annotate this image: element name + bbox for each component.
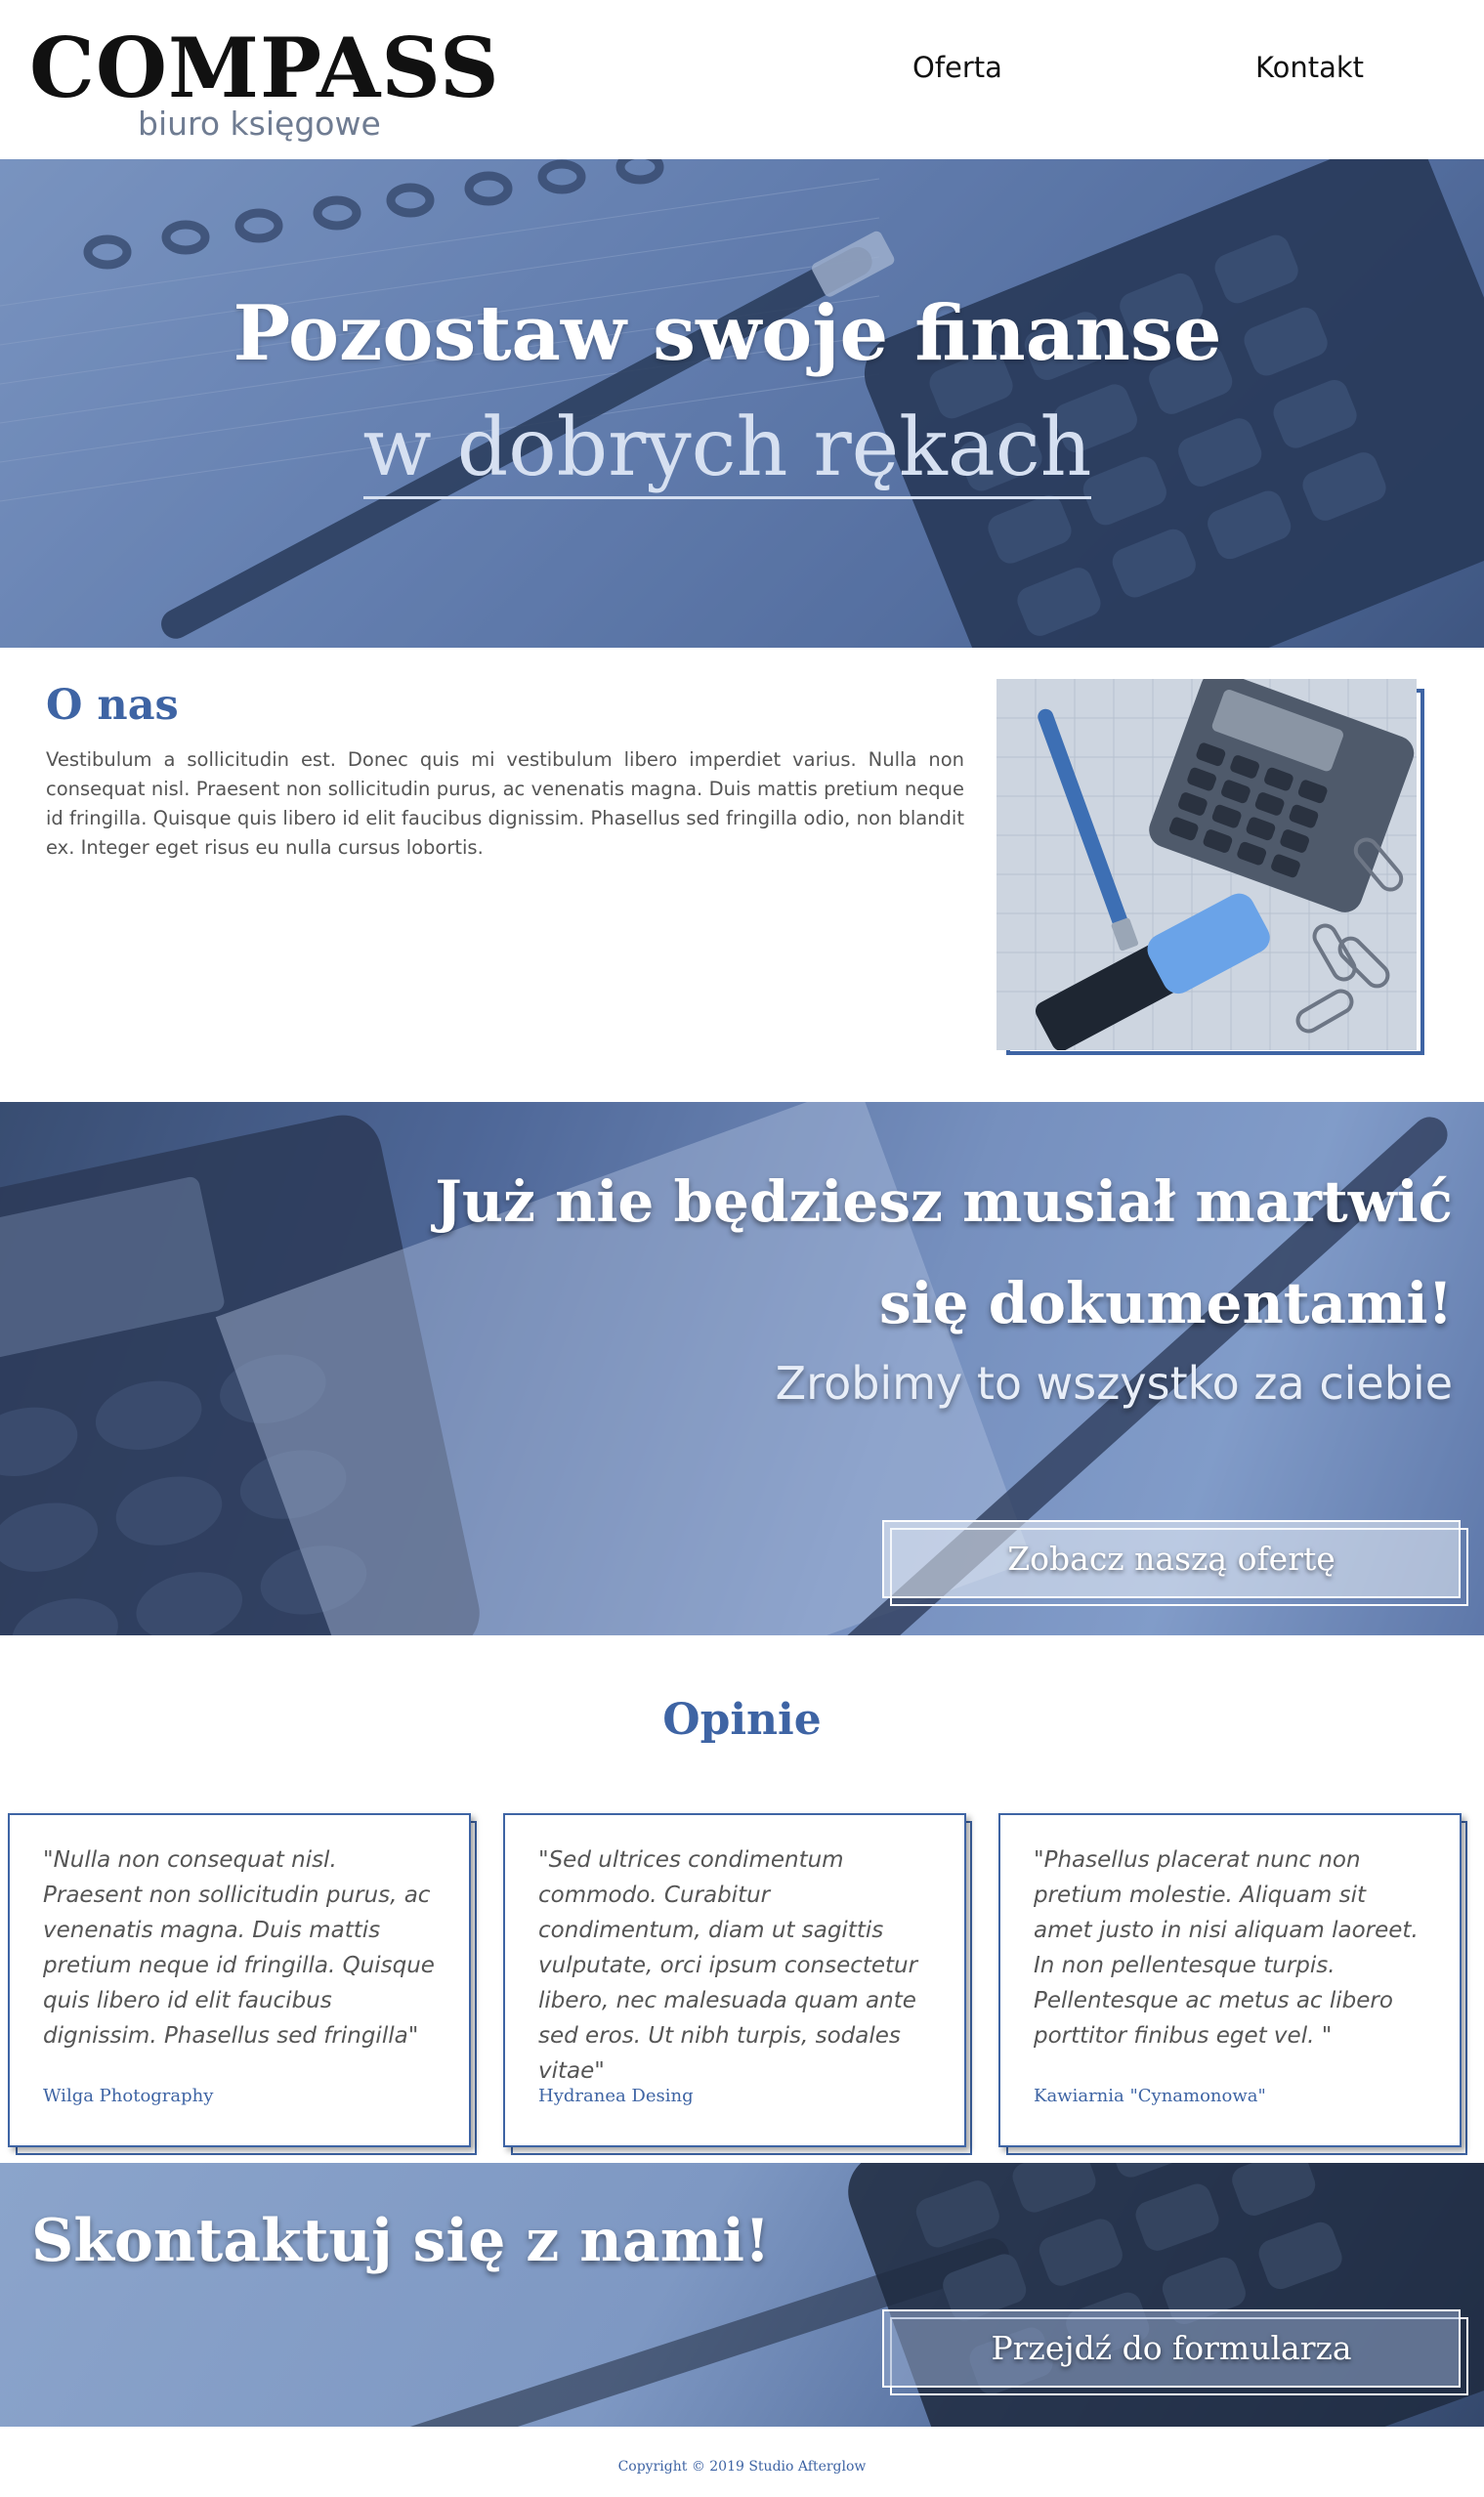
about-title: O nas (46, 681, 179, 730)
go-to-form-button[interactable]: Przejdź do formularza (882, 2309, 1461, 2388)
review-quote: "Phasellus placerat nunc non pretium mol… (1034, 1847, 1419, 2049)
reviews-title: Opinie (662, 1695, 822, 1745)
review-author: Hydranea Desing (538, 2086, 694, 2106)
contact-banner: Skontaktuj się z nami! Przejdź do formul… (0, 2163, 1484, 2427)
form-button-container: Przejdź do formularza (882, 2309, 1468, 2395)
review-quote: "Nulla non consequat nisl. Praesent non … (43, 1847, 435, 2049)
review-card-body: "Nulla non consequat nisl. Praesent non … (8, 1813, 471, 2147)
review-card: "Nulla non consequat nisl. Praesent non … (8, 1813, 477, 2155)
reviews-section: Opinie "Nulla non consequat nisl. Praese… (0, 1635, 1484, 2163)
about-image-container (996, 679, 1424, 1055)
review-author: Kawiarnia "Cynamonowa" (1034, 2086, 1266, 2106)
review-card-body: "Phasellus placerat nunc non pretium mol… (998, 1813, 1462, 2147)
banner-subheading: Zrobimy to wszystko za ciebie (775, 1357, 1453, 1410)
logo-link[interactable]: COMPASS biuro księgowe (29, 27, 499, 154)
hero-section: Pozostaw swoje finanse w dobrych rękach (0, 159, 1484, 648)
review-quote: "Sed ultrices condimentum commodo. Curab… (538, 1847, 918, 2084)
nav-link-oferta[interactable]: Oferta (912, 54, 1002, 82)
contact-heading: Skontaktuj się z nami! (31, 2207, 771, 2275)
review-card: "Phasellus placerat nunc non pretium mol… (998, 1813, 1467, 2155)
offer-banner: Już nie będziesz musiał martwić się doku… (0, 1102, 1484, 1635)
copyright-text: Copyright © 2019 Studio Afterglow (617, 2459, 867, 2475)
review-author: Wilga Photography (43, 2086, 214, 2106)
about-section: O nas Vestibulum a sollicitudin est. Don… (0, 648, 1484, 1102)
calculator-image (996, 679, 1417, 1050)
see-offer-button[interactable]: Zobacz naszą ofertę (882, 1520, 1461, 1598)
banner-heading: Już nie będziesz musiał martwić się doku… (435, 1168, 1453, 1336)
review-card: "Sed ultrices condimentum commodo. Curab… (503, 1813, 972, 2155)
hero-subheading-text: w dobrych rękach (362, 402, 1092, 499)
review-card-body: "Sed ultrices condimentum commodo. Curab… (503, 1813, 966, 2147)
nav-link-kontakt[interactable]: Kontakt (1255, 54, 1364, 82)
logo-subtitle: biuro księgowe (138, 105, 381, 143)
offer-button-container: Zobacz naszą ofertę (882, 1520, 1468, 1606)
hero-subheading: w dobrych rękach (0, 402, 1484, 499)
about-text: Vestibulum a sollicitudin est. Donec qui… (46, 748, 964, 859)
site-header: COMPASS biuro księgowe Oferta Kontakt (0, 0, 1484, 159)
site-footer: Copyright © 2019 Studio Afterglow (0, 2427, 1484, 2497)
hero-heading: Pozostaw swoje finanse (233, 289, 1222, 378)
logo-title: COMPASS (29, 20, 500, 116)
